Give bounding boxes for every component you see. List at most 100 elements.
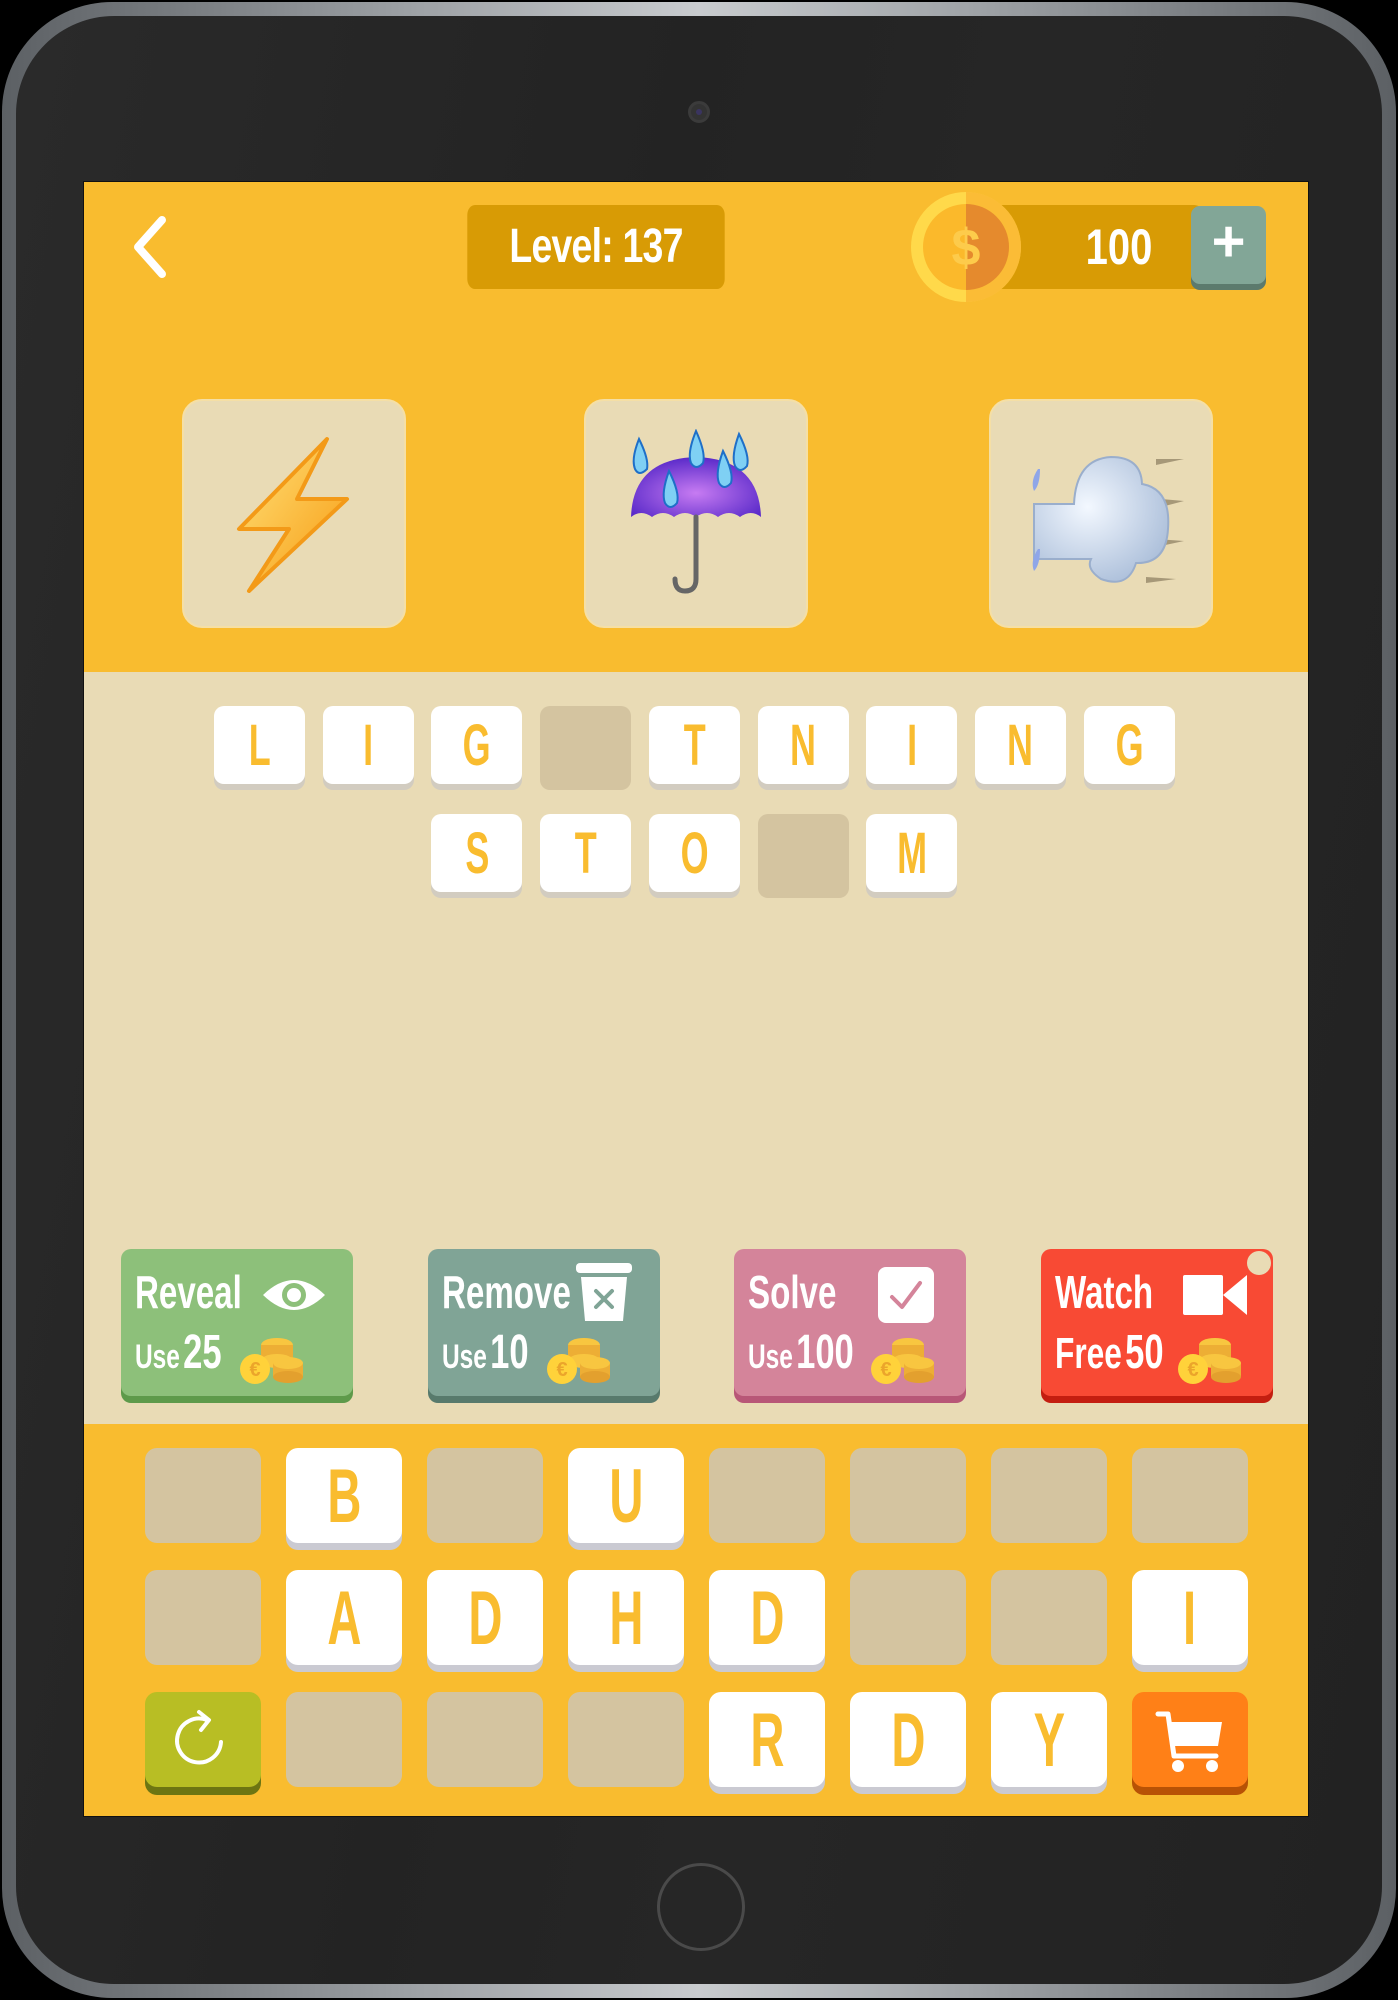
answer-slot[interactable]: T [540,814,632,892]
letter-key[interactable]: D [427,1570,543,1665]
trash-x-icon [576,1263,632,1321]
letter-key-used[interactable] [1132,1448,1248,1543]
letter-key-used[interactable] [991,1570,1107,1665]
letter-key[interactable]: R [709,1692,825,1787]
key-letter: Y [1033,1698,1065,1783]
letter-key-used[interactable] [568,1692,684,1787]
answer-letter: T [683,713,706,778]
answer-slot[interactable]: I [866,706,958,784]
letter-key[interactable]: A [286,1570,402,1665]
key-letter: A [326,1576,362,1661]
key-letter: D [749,1576,785,1661]
key-letter: H [608,1576,644,1661]
answer-slot[interactable]: T [648,706,740,784]
reveal-hint-button[interactable]: Reveal Use 25 [121,1249,353,1396]
answer-slot[interactable]: N [974,706,1066,784]
letter-key[interactable]: Y [991,1692,1107,1787]
answer-letter: T [574,821,597,886]
level-indicator: Level: 137 [467,205,725,289]
letter-key[interactable]: D [709,1570,825,1665]
chevron-left-icon [134,216,166,278]
video-camera-icon [1183,1275,1247,1315]
clue-tile-1 [182,399,406,628]
hint-cost: Use 10 [442,1326,529,1379]
key-letter: U [608,1454,644,1539]
letter-key[interactable]: H [568,1570,684,1665]
answer-letter: O [680,821,709,886]
home-button[interactable] [657,1863,745,1951]
hint-title: Remove [442,1266,571,1318]
back-button[interactable] [124,212,184,282]
answer-letter: I [363,713,374,778]
letter-key-used[interactable] [286,1692,402,1787]
notification-dot [1247,1251,1271,1275]
key-letter: D [890,1698,926,1783]
letter-key-used[interactable] [850,1570,966,1665]
letter-key[interactable]: U [568,1448,684,1543]
letter-key[interactable]: B [286,1448,402,1543]
answer-letter: I [906,713,917,778]
letter-key[interactable]: D [850,1692,966,1787]
answer-slot-empty[interactable] [757,814,849,898]
shop-button[interactable] [1132,1692,1248,1787]
umbrella-rain-icon [631,428,761,594]
checkbox-icon [878,1267,934,1323]
hint-reward: Free 50 [1055,1326,1164,1379]
coins-icon [871,1338,934,1384]
letter-key-used[interactable] [991,1448,1107,1543]
svg-text:$: $ [952,219,981,277]
reset-button[interactable] [145,1692,261,1787]
answer-slot[interactable]: S [431,814,523,892]
lightning-bolt-icon [237,436,349,593]
letter-key-used[interactable] [850,1448,966,1543]
eye-icon [263,1280,325,1310]
answer-slot[interactable]: L [214,706,305,784]
answer-letter: L [248,713,271,778]
front-camera [688,101,710,123]
dollar-coin-icon: $ [911,192,1021,302]
answer-letter: M [896,821,927,886]
coin-count: 100 [1085,219,1153,275]
answer-letter: N [1007,713,1034,778]
keyboard-area [84,1424,1308,1816]
hint-cost: Use 25 [135,1326,222,1379]
solve-hint-button[interactable]: Solve Use 100 [734,1249,966,1396]
answer-slot-empty[interactable] [540,706,632,790]
answer-letter: S [464,821,489,886]
answer-slot[interactable]: N [757,706,849,784]
watch-ad-button[interactable]: Watch Free 50 [1041,1249,1273,1396]
key-letter: I [1183,1576,1197,1661]
clue-tile-3 [989,399,1213,628]
letter-key-used[interactable] [427,1692,543,1787]
refresh-icon [175,1710,223,1765]
answer-letter: G [462,713,491,778]
letter-key-used[interactable] [145,1448,261,1543]
hint-title: Solve [748,1266,837,1318]
letter-key-used[interactable] [145,1570,261,1665]
game-screen: Level: 137 100 $ + L I G T N I N G S T O… [83,181,1309,1817]
shopping-cart-icon [1155,1711,1222,1772]
answer-slot[interactable]: I [322,706,414,784]
answer-slot[interactable]: M [866,814,958,892]
coins-icon [240,1338,303,1384]
answer-letter: G [1115,713,1144,778]
coins-icon [547,1338,610,1384]
hint-title: Watch [1055,1266,1154,1318]
answer-slot[interactable]: O [648,814,740,892]
answer-letter: N [790,713,816,778]
letter-key-used[interactable] [709,1448,825,1543]
answer-slot[interactable]: G [1083,706,1175,784]
answer-slot[interactable]: G [431,706,523,784]
wind-cloud-icon [1032,455,1184,583]
hint-cost: Use 100 [748,1326,854,1379]
add-coins-button[interactable]: + [1191,206,1266,284]
key-letter: R [749,1698,785,1783]
remove-hint-button[interactable]: Remove Use 10 [428,1249,660,1396]
coins-icon [1178,1338,1241,1384]
hint-title: Reveal [135,1266,242,1318]
key-letter: B [326,1454,362,1539]
key-letter: D [467,1576,503,1661]
letter-key[interactable]: I [1132,1570,1248,1665]
letter-key-used[interactable] [427,1448,543,1543]
clue-tile-2 [584,399,808,628]
